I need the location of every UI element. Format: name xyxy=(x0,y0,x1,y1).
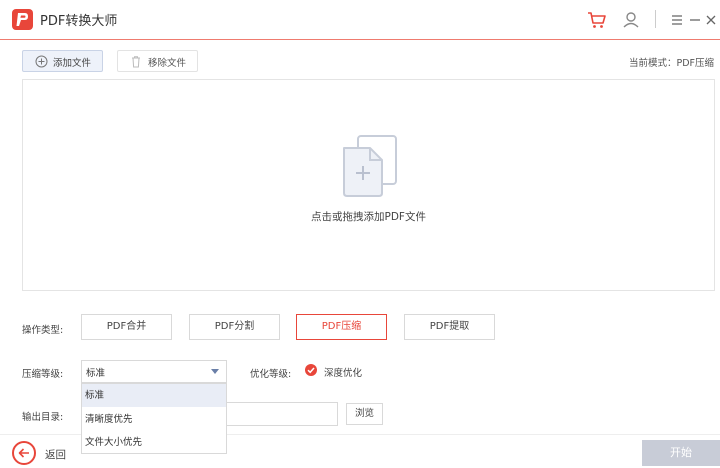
compression-level-label: 压缩等级: xyxy=(22,369,64,380)
output-dir-label: 输出目录: xyxy=(22,412,64,423)
compression-selected-value: 标准 xyxy=(86,368,106,379)
dropdown-option-size-first[interactable]: 文件大小优先 xyxy=(82,431,226,454)
deep-optimize-checkbox[interactable] xyxy=(305,364,317,376)
operation-type-label: 操作类型: xyxy=(22,325,64,336)
back-button[interactable]: 返回 xyxy=(45,447,66,462)
check-icon xyxy=(307,367,315,374)
app-title: PDF转换大师 xyxy=(40,14,118,29)
current-mode-label: 当前模式：PDF压缩 xyxy=(628,58,714,69)
add-file-button[interactable]: 添加文件 xyxy=(22,50,103,72)
remove-file-label: 移除文件 xyxy=(148,58,187,69)
chevron-down-icon xyxy=(211,369,219,374)
pdf-extract-button[interactable]: PDF提取 xyxy=(404,314,495,340)
add-circle-icon xyxy=(35,55,48,68)
cart-icon[interactable] xyxy=(586,9,608,31)
close-icon[interactable] xyxy=(702,9,720,31)
output-dir-input[interactable] xyxy=(227,402,338,426)
dropdown-option-standard[interactable]: 标准 xyxy=(82,384,226,407)
optimize-level-label: 优化等级: xyxy=(250,369,292,380)
back-icon[interactable] xyxy=(12,441,36,465)
pdf-merge-button[interactable]: PDF合并 xyxy=(81,314,172,340)
pdf-split-button[interactable]: PDF分割 xyxy=(189,314,280,340)
compression-dropdown: 标准 清晰度优先 文件大小优先 xyxy=(81,383,227,454)
dropdown-option-clarity-first[interactable]: 清晰度优先 xyxy=(82,408,226,431)
titlebar-divider xyxy=(655,10,656,28)
app-window: PDF转换大师 添加文件 移除文件 当前模式：PDF压缩 点击或拖拽添加PDF文… xyxy=(0,0,720,468)
remove-file-button[interactable]: 移除文件 xyxy=(117,50,198,72)
file-drop-zone[interactable]: 点击或拖拽添加PDF文件 xyxy=(22,79,715,291)
drop-zone-hint: 点击或拖拽添加PDF文件 xyxy=(311,211,426,223)
deep-optimize-label: 深度优化 xyxy=(324,368,363,379)
start-button[interactable]: 开始 xyxy=(642,440,720,466)
app-logo-icon xyxy=(12,9,33,30)
trash-icon xyxy=(132,56,140,68)
title-bar: PDF转换大师 xyxy=(0,0,720,40)
add-file-label: 添加文件 xyxy=(53,58,92,69)
pdf-compress-button[interactable]: PDF压缩 xyxy=(296,314,387,340)
add-file-illustration-icon xyxy=(343,135,397,197)
user-icon[interactable] xyxy=(620,9,642,31)
browse-button[interactable]: 浏览 xyxy=(346,403,383,425)
compression-level-select[interactable]: 标准 xyxy=(81,360,227,383)
